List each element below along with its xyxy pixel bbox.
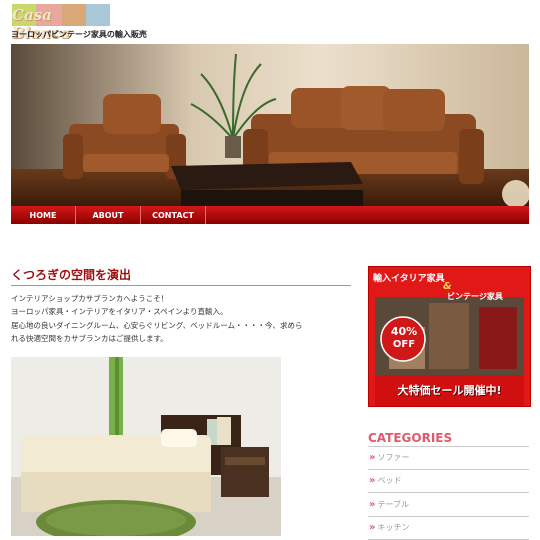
intro-line: れる快適空間をカサブランカはご提供します。 — [11, 332, 356, 345]
intro-line: インテリアショップカサブランカへようこそ！ — [11, 292, 356, 305]
category-item-sofa[interactable]: » ソファー — [368, 446, 529, 470]
intro-line: ヨーロッパ家具・インテリアをイタリア・スペインより直輸入。 — [11, 305, 356, 318]
category-label: キッチン — [377, 522, 409, 533]
category-item-table[interactable]: » テーブル — [368, 493, 529, 517]
double-chevron-icon: » — [369, 522, 373, 533]
double-chevron-icon: » — [369, 475, 373, 486]
banner-line1: 輸入イタリア家具 — [373, 271, 445, 284]
main-nav: HOME ABOUT CONTACT — [11, 206, 529, 224]
site-tagline: ヨーロッパビンテージ家具の輸入販売 — [11, 29, 147, 40]
banner-discount: 40% — [389, 325, 419, 338]
banner-line2: ビンテージ家具 — [447, 291, 503, 302]
bedroom-image — [11, 357, 281, 536]
nav-contact[interactable]: CONTACT — [141, 206, 206, 224]
category-item-bed[interactable]: » ベッド — [368, 470, 529, 494]
double-chevron-icon: » — [369, 499, 373, 510]
category-item-kitchen[interactable]: » キッチン — [368, 517, 529, 540]
nav-home[interactable]: HOME — [11, 206, 76, 224]
banner-discount-sub: OFF — [389, 339, 419, 350]
categories-list: » ソファー » ベッド » テーブル » キッチン — [368, 446, 529, 540]
category-label: テーブル — [377, 499, 409, 510]
nav-about[interactable]: ABOUT — [76, 206, 141, 224]
hero-image — [11, 44, 529, 206]
category-label: ソファー — [377, 452, 409, 463]
categories-title: CATEGORIES — [368, 431, 529, 447]
intro-text: インテリアショップカサブランカへようこそ！ ヨーロッパ家具・インテリアをイタリア… — [11, 292, 356, 345]
category-label: ベッド — [377, 475, 401, 486]
sale-banner[interactable]: 輸入イタリア家具 & ビンテージ家具 40% OFF 大特価セール開催中! — [368, 266, 531, 407]
intro-line: 居心地の良いダイニングルーム、心安らぐリビング、ベッドルーム・・・・今、求めら — [11, 319, 356, 332]
page-title: くつろぎの空間を演出 — [11, 266, 351, 286]
double-chevron-icon: » — [369, 452, 373, 463]
banner-sale-text: 大特価セール開催中! — [375, 382, 524, 398]
site-logo[interactable]: Casa Blanca — [12, 4, 110, 26]
